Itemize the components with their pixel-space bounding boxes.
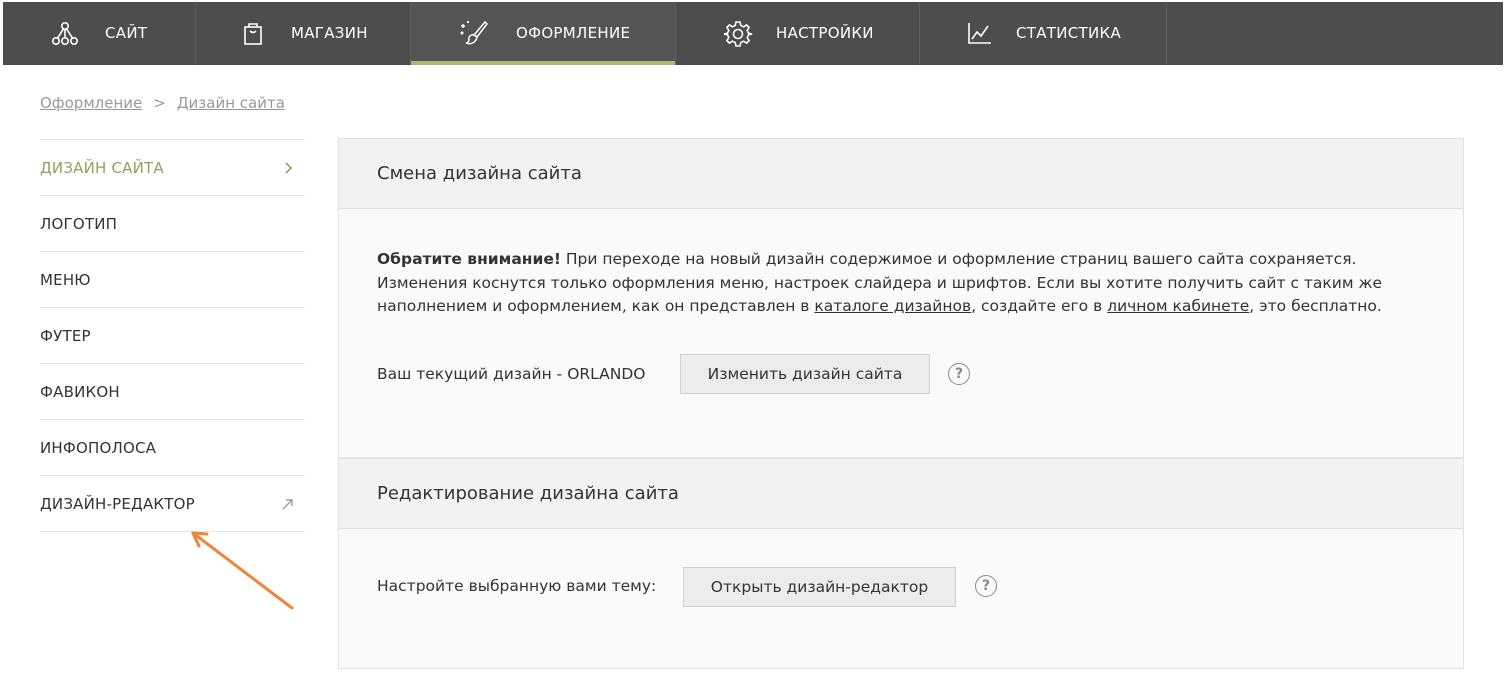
- external-link-icon: [282, 498, 293, 509]
- tab-shop[interactable]: МАГАЗИН: [196, 2, 411, 65]
- tab-settings[interactable]: НАСТРОЙКИ: [676, 2, 920, 65]
- sidebar-item-label: ДИЗАЙН-РЕДАКТОР: [40, 494, 195, 513]
- breadcrumb-separator: >: [153, 94, 166, 112]
- cabinet-link[interactable]: личном кабинете: [1107, 297, 1249, 315]
- sidebar-item-label: ИНФОПОЛОСА: [40, 438, 157, 457]
- open-design-editor-button[interactable]: Открыть дизайн-редактор: [683, 567, 956, 607]
- top-navigation: САЙТ МАГАЗИН ОФОРМЛЕНИЕ НАСТРОЙКИ СТАТИС…: [3, 2, 1503, 65]
- breadcrumb-link-site-design[interactable]: Дизайн сайта: [177, 94, 285, 112]
- breadcrumb: Оформление > Дизайн сайта: [40, 94, 285, 112]
- edit-design-title: Редактирование дизайна сайта: [377, 483, 679, 504]
- brush-icon: [460, 20, 488, 45]
- notice-text: , создайте его в: [971, 297, 1108, 315]
- current-design-label: Ваш текущий дизайн - ORLANDO: [377, 365, 646, 383]
- chevron-right-icon: [285, 161, 293, 174]
- help-icon[interactable]: ?: [948, 363, 970, 385]
- sidebar-item-label: МЕНЮ: [40, 270, 91, 289]
- sidebar-item-footer[interactable]: ФУТЕР: [40, 308, 305, 364]
- notice-text: , это бесплатно.: [1249, 297, 1382, 315]
- tab-site[interactable]: САЙТ: [3, 2, 196, 65]
- design-panel: Смена дизайна сайта Обратите внимание! П…: [338, 138, 1464, 669]
- shopping-bag-icon: [244, 23, 262, 45]
- chart-icon: [968, 23, 991, 44]
- sidebar-item-label: ДИЗАЙН САЙТА: [40, 158, 164, 177]
- sidebar-item-favicon[interactable]: ФАВИКОН: [40, 364, 305, 420]
- sidebar-item-logo[interactable]: ЛОГОТИП: [40, 196, 305, 252]
- notice-bold: Обратите внимание!: [377, 250, 561, 268]
- catalog-link[interactable]: каталоге дизайнов: [814, 297, 971, 315]
- gear-icon: [723, 21, 753, 47]
- help-icon[interactable]: ?: [975, 575, 997, 597]
- tab-site-label: САЙТ: [105, 24, 148, 42]
- sitemap-icon: [51, 21, 78, 45]
- tab-settings-label: НАСТРОЙКИ: [776, 24, 874, 42]
- customize-theme-label: Настройте выбранную вами тему:: [377, 577, 657, 595]
- tab-design[interactable]: ОФОРМЛЕНИЕ: [411, 2, 676, 65]
- sidebar-item-site-design[interactable]: ДИЗАЙН САЙТА: [40, 140, 305, 196]
- change-design-header: Смена дизайна сайта: [339, 139, 1463, 209]
- sidebar-item-design-editor[interactable]: ДИЗАЙН-РЕДАКТОР: [40, 476, 305, 532]
- sidebar-item-infobar[interactable]: ИНФОПОЛОСА: [40, 420, 305, 476]
- change-design-title: Смена дизайна сайта: [377, 163, 582, 184]
- design-change-notice: Обратите внимание! При переходе на новый…: [377, 248, 1437, 319]
- breadcrumb-link-design[interactable]: Оформление: [40, 94, 142, 112]
- sidebar-item-label: ФАВИКОН: [40, 382, 120, 401]
- tab-shop-label: МАГАЗИН: [291, 24, 368, 42]
- sidebar-item-menu[interactable]: МЕНЮ: [40, 252, 305, 308]
- tab-design-label: ОФОРМЛЕНИЕ: [516, 24, 631, 42]
- sidebar-item-label: ЛОГОТИП: [40, 214, 118, 233]
- change-design-button[interactable]: Изменить дизайн сайта: [680, 354, 930, 394]
- edit-design-header: Редактирование дизайна сайта: [339, 459, 1463, 529]
- tab-statistics[interactable]: СТАТИСТИКА: [920, 2, 1167, 65]
- arrow-annotation-icon: [191, 531, 294, 610]
- sidebar-item-label: ФУТЕР: [40, 326, 91, 345]
- sidebar: ДИЗАЙН САЙТА ЛОГОТИП МЕНЮ ФУТЕР ФАВИКОН …: [40, 139, 305, 532]
- tab-statistics-label: СТАТИСТИКА: [1016, 24, 1122, 42]
